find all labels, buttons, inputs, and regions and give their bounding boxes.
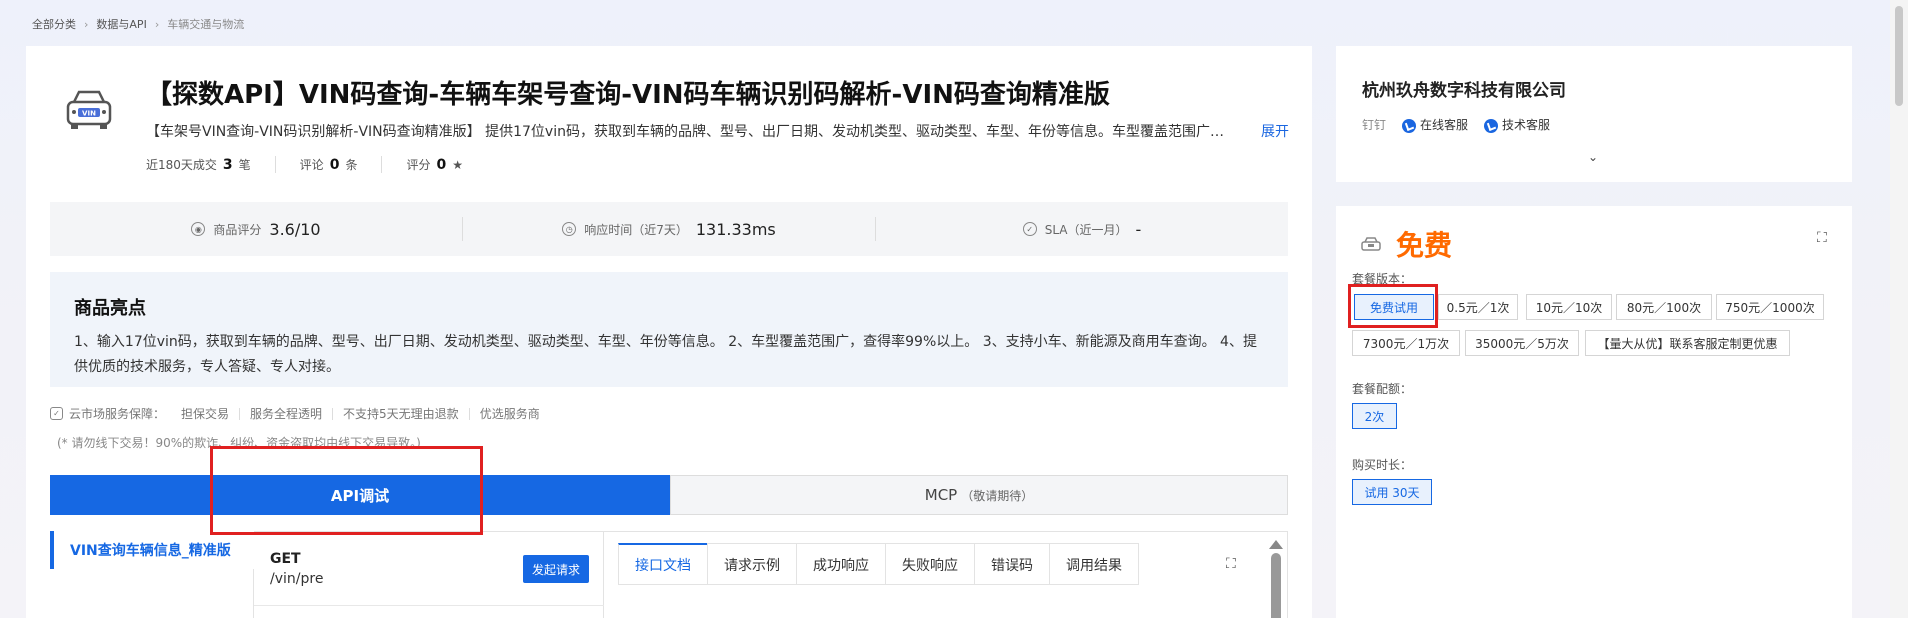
reviews-value: 0 bbox=[329, 157, 340, 173]
metric-sla: ✓ SLA（近一月） - bbox=[876, 217, 1288, 241]
star-icon: ★ bbox=[452, 158, 463, 172]
highlights-title: 商品亮点 bbox=[74, 298, 146, 319]
dingtalk-icon bbox=[1402, 118, 1417, 133]
duration-option[interactable]: 试用 30天 bbox=[1352, 479, 1432, 505]
quota-option[interactable]: 2次 bbox=[1352, 403, 1397, 429]
vendor-contacts: 钉钉 在线客服 技术客服 bbox=[1362, 116, 1550, 133]
product-title: 【探数API】VIN码查询-车辆车架号查询-VIN码车辆识别码解析-VIN码查询… bbox=[146, 80, 1110, 110]
score-stat: 评分 0 ★ bbox=[406, 156, 487, 173]
tab-error-code[interactable]: 错误码 bbox=[974, 543, 1050, 585]
score-label: 评分 bbox=[406, 158, 431, 172]
reviews-unit: 条 bbox=[345, 158, 358, 172]
metric-rating: ◉ 商品评分 3.6/10 bbox=[50, 217, 463, 241]
vin-car-logo-icon: VIN bbox=[66, 90, 112, 129]
highlights-section: 商品亮点 1、输入17位vin码，获取到车辆的品牌、型号、出厂日期、发动机类型、… bbox=[50, 272, 1288, 387]
endpoint-path: /vin/pre bbox=[270, 571, 324, 587]
send-request-button[interactable]: 发起请求 bbox=[523, 555, 589, 583]
version-option[interactable]: 750元／1000次 bbox=[1716, 294, 1824, 320]
api-scrollbar[interactable] bbox=[1269, 540, 1283, 618]
metric-sla-value: - bbox=[1135, 219, 1142, 239]
tab-mcp-note: （敬请期待） bbox=[961, 488, 1034, 503]
shield-icon: ✓ bbox=[50, 407, 63, 420]
tab-call-result[interactable]: 调用结果 bbox=[1049, 543, 1139, 585]
tab-fail-response[interactable]: 失败响应 bbox=[885, 543, 975, 585]
rating-icon: ◉ bbox=[191, 222, 206, 236]
version-option[interactable]: 0.5元／1次 bbox=[1438, 294, 1518, 320]
metric-response-time: ◷ 响应时间（近7天） 131.33ms bbox=[463, 217, 876, 241]
tech-service-label: 技术客服 bbox=[1502, 118, 1551, 132]
scroll-up-icon[interactable] bbox=[1269, 540, 1283, 549]
product-stats: 近180天成交 3 笔 评论 0 条 评分 0 ★ bbox=[146, 156, 511, 173]
pricing-card bbox=[1336, 206, 1852, 618]
reviews-stat[interactable]: 评论 0 条 bbox=[300, 156, 383, 173]
breadcrumb-all[interactable]: 全部分类 bbox=[32, 16, 76, 32]
price-row: 免费 bbox=[1360, 224, 1452, 264]
metrics-bar: ◉ 商品评分 3.6/10 ◷ 响应时间（近7天） 131.33ms ✓ SLA… bbox=[50, 202, 1288, 256]
price: 免费 bbox=[1396, 229, 1453, 262]
deals-unit: 笔 bbox=[238, 158, 251, 172]
metric-response-label: 响应时间（近7天） bbox=[584, 222, 688, 237]
tab-request-example[interactable]: 请求示例 bbox=[707, 543, 797, 585]
metric-rating-value: 3.6/10 bbox=[269, 219, 321, 239]
online-service-link[interactable]: 在线客服 bbox=[1402, 116, 1468, 133]
version-option[interactable]: 10元／10次 bbox=[1526, 294, 1612, 320]
chevron-right-icon: › bbox=[154, 17, 160, 31]
deals-label: 近180天成交 bbox=[146, 158, 217, 172]
http-method: GET bbox=[270, 551, 301, 567]
version-option[interactable]: 80元／100次 bbox=[1616, 294, 1712, 320]
metric-rating-label: 商品评分 bbox=[213, 222, 262, 237]
guarantee-label: 云市场服务保障： bbox=[69, 406, 166, 421]
divider bbox=[254, 605, 604, 606]
breadcrumb-data-api[interactable]: 数据与API bbox=[96, 16, 146, 32]
version-option[interactable]: 35000元／5万次 bbox=[1465, 330, 1579, 356]
guarantee-item: 不支持5天无理由退款 bbox=[333, 407, 470, 420]
version-option[interactable]: 7300元／1万次 bbox=[1352, 330, 1460, 356]
expand-link[interactable]: 展开 bbox=[1261, 121, 1289, 141]
metric-response-value: 131.33ms bbox=[695, 219, 776, 239]
tab-success-response[interactable]: 成功响应 bbox=[796, 543, 886, 585]
api-endpoint: GET /vin/pre 发起请求 bbox=[254, 531, 604, 618]
fullscreen-icon[interactable]: ⛶ bbox=[1817, 230, 1827, 246]
metric-sla-label: SLA（近一月） bbox=[1044, 222, 1128, 237]
svg-text:VIN: VIN bbox=[82, 110, 96, 118]
annotation-highlight-box bbox=[210, 446, 483, 535]
tech-service-link[interactable]: 技术客服 bbox=[1484, 116, 1550, 133]
dingtalk-label: 钉钉 bbox=[1362, 118, 1387, 132]
scroll-thumb[interactable] bbox=[1271, 553, 1281, 618]
tab-mcp[interactable]: MCP （敬请期待） bbox=[670, 475, 1288, 515]
chevron-down-icon[interactable]: ⌄ bbox=[1588, 150, 1598, 164]
api-list-item[interactable]: VIN查询车辆信息_精准版 bbox=[50, 531, 254, 569]
page-scroll-thumb[interactable] bbox=[1895, 6, 1903, 106]
car-icon bbox=[1361, 237, 1381, 251]
vendor-company-name[interactable]: 杭州玖舟数字科技有限公司 bbox=[1362, 76, 1566, 101]
service-guarantee: ✓ 云市场服务保障： 担保交易 服务全程透明 不支持5天无理由退款 优选服务商 bbox=[50, 407, 550, 420]
annotation-highlight-box bbox=[1348, 284, 1438, 328]
tab-api-doc[interactable]: 接口文档 bbox=[618, 543, 708, 585]
clock-icon: ◷ bbox=[562, 222, 577, 236]
highlights-text: 1、输入17位vin码，获取到车辆的品牌、型号、出厂日期、发动机类型、驱动类型、… bbox=[74, 334, 1257, 375]
dingtalk-icon bbox=[1484, 118, 1499, 133]
tab-mcp-label: MCP bbox=[924, 486, 958, 504]
guarantee-item: 担保交易 bbox=[171, 407, 241, 420]
api-list: VIN查询车辆信息_精准版 bbox=[50, 531, 254, 618]
guarantee-item: 服务全程透明 bbox=[240, 407, 334, 420]
score-value: 0 bbox=[436, 157, 447, 173]
deals-stat: 近180天成交 3 笔 bbox=[146, 156, 276, 173]
chevron-right-icon: › bbox=[84, 17, 89, 31]
duration-label: 购买时长： bbox=[1352, 458, 1413, 472]
guarantee-item: 优选服务商 bbox=[479, 406, 540, 421]
api-doc-tabs: 接口文档 请求示例 成功响应 失败响应 错误码 调用结果 bbox=[618, 543, 1139, 585]
online-service-label: 在线客服 bbox=[1420, 118, 1469, 132]
page-scrollbar[interactable] bbox=[1890, 0, 1908, 618]
breadcrumb-current: 车辆交通与物流 bbox=[167, 18, 245, 31]
breadcrumb: 全部分类 › 数据与API › 车辆交通与物流 bbox=[32, 16, 244, 32]
check-icon: ✓ bbox=[1022, 222, 1037, 236]
version-option[interactable]: 【量大从优】联系客服定制更优惠 bbox=[1585, 330, 1790, 356]
product-description: 【车架号VIN查询-VIN码识别解析-VIN码查询精准版】 提供17位vin码，… bbox=[146, 124, 1226, 140]
deals-value: 3 bbox=[222, 157, 233, 173]
fullscreen-icon[interactable]: ⛶ bbox=[1226, 556, 1236, 572]
quota-label: 套餐配额： bbox=[1352, 382, 1413, 396]
reviews-label: 评论 bbox=[299, 158, 324, 172]
